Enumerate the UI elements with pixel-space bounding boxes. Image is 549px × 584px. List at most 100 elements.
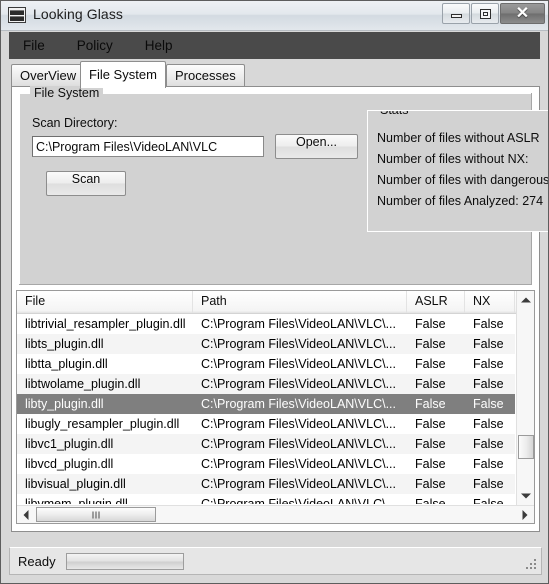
table-row[interactable]: libtrivial_resampler_plugin.dll C:\Progr… <box>17 314 515 334</box>
cell-aslr: False <box>415 337 446 351</box>
close-button[interactable]: ✕ <box>500 3 545 24</box>
column-header-path[interactable]: Path <box>193 291 407 313</box>
cell-path: C:\Program Files\VideoLAN\VLC\... <box>201 397 396 411</box>
table-row[interactable]: libtta_plugin.dll C:\Program Files\Video… <box>17 354 515 374</box>
stats-line-nx: Number of files without NX: <box>377 152 529 166</box>
file-list-body: libtrivial_resampler_plugin.dll C:\Progr… <box>17 314 515 504</box>
cell-path: C:\Program Files\VideoLAN\VLC\... <box>201 497 396 504</box>
column-header-file[interactable]: File <box>17 291 193 313</box>
open-button[interactable]: Open... <box>275 134 358 159</box>
menu-item-help[interactable]: Help <box>145 38 173 53</box>
status-progress-bar <box>66 553 184 570</box>
cell-aslr: False <box>415 397 446 411</box>
title-bar: Looking Glass ✕ <box>1 1 548 31</box>
cell-nx: False <box>473 417 504 431</box>
status-bar: Ready <box>9 547 542 575</box>
table-row[interactable]: libvc1_plugin.dll C:\Program Files\Video… <box>17 434 515 454</box>
cell-path: C:\Program Files\VideoLAN\VLC\... <box>201 317 396 331</box>
cell-aslr: False <box>415 377 446 391</box>
cell-aslr: False <box>415 317 446 331</box>
table-row[interactable]: libvmem_plugin.dll C:\Program Files\Vide… <box>17 494 515 504</box>
maximize-icon <box>480 9 491 19</box>
chevron-right-icon <box>522 509 528 520</box>
table-row[interactable]: libvisual_plugin.dll C:\Program Files\Vi… <box>17 474 515 494</box>
minimize-button[interactable] <box>442 3 470 24</box>
cell-nx: False <box>473 397 504 411</box>
scroll-left-button[interactable] <box>17 506 35 523</box>
cell-file: libvc1_plugin.dll <box>25 437 114 451</box>
cell-file: libugly_resampler_plugin.dll <box>25 417 180 431</box>
cell-file: libvisual_plugin.dll <box>25 477 126 491</box>
cell-aslr: False <box>415 477 446 491</box>
minimize-icon <box>451 14 462 18</box>
cell-file: libtwolame_plugin.dll <box>25 377 141 391</box>
scan-button[interactable]: Scan <box>46 171 126 196</box>
tab-processes[interactable]: Processes <box>166 64 245 87</box>
table-row[interactable]: libugly_resampler_plugin.dll C:\Program … <box>17 414 515 434</box>
cell-file: libtta_plugin.dll <box>25 357 108 371</box>
cell-nx: False <box>473 317 504 331</box>
scan-directory-input[interactable] <box>32 136 264 157</box>
scroll-right-button[interactable] <box>516 506 534 523</box>
cell-file: libvmem_plugin.dll <box>25 497 128 504</box>
cell-file: libvcd_plugin.dll <box>25 457 114 471</box>
window-title: Looking Glass <box>33 6 124 22</box>
cell-nx: False <box>473 477 504 491</box>
tab-file-system[interactable]: File System <box>80 61 166 88</box>
vertical-scrollbar-thumb[interactable] <box>518 435 534 459</box>
menu-item-policy[interactable]: Policy <box>77 38 113 53</box>
maximize-button[interactable] <box>471 3 499 24</box>
close-icon: ✕ <box>515 5 530 22</box>
cell-nx: False <box>473 457 504 471</box>
stats-line-analyzed: Number of files Analyzed: 274 <box>377 194 544 208</box>
cell-file: libty_plugin.dll <box>25 397 104 411</box>
cell-file: libtrivial_resampler_plugin.dll <box>25 317 186 331</box>
cell-path: C:\Program Files\VideoLAN\VLC\... <box>201 417 396 431</box>
menu-item-file[interactable]: File <box>23 38 45 53</box>
tab-overview[interactable]: OverView <box>11 64 86 87</box>
stats-groupbox: Stats Number of files without ASLR Numbe… <box>367 110 548 232</box>
cell-path: C:\Program Files\VideoLAN\VLC\... <box>201 457 396 471</box>
cell-path: C:\Program Files\VideoLAN\VLC\... <box>201 477 396 491</box>
horizontal-scrollbar[interactable] <box>17 505 534 523</box>
cell-aslr: False <box>415 357 446 371</box>
column-header-aslr[interactable]: ASLR <box>407 291 465 313</box>
horizontal-scrollbar-thumb[interactable] <box>36 507 156 522</box>
menu-bar: File Policy Help <box>9 32 540 59</box>
tab-page-file-system: File System Scan Directory: Open... Scan… <box>11 86 548 532</box>
stats-groupbox-legend: Stats <box>376 111 413 117</box>
cell-nx: False <box>473 357 504 371</box>
table-row[interactable]: libvcd_plugin.dll C:\Program Files\Video… <box>17 454 515 474</box>
application-window: Looking Glass ✕ File Policy Help OverVie… <box>0 0 549 584</box>
scan-directory-label: Scan Directory: <box>32 116 118 130</box>
chevron-up-icon <box>521 297 531 303</box>
file-list-header: File Path ASLR NX <box>17 291 534 314</box>
cell-nx: False <box>473 497 504 504</box>
column-header-nx[interactable]: NX <box>465 291 515 313</box>
chevron-left-icon <box>23 509 29 520</box>
table-row[interactable]: libts_plugin.dll C:\Program Files\VideoL… <box>17 334 515 354</box>
cell-nx: False <box>473 377 504 391</box>
stats-line-aslr: Number of files without ASLR <box>377 131 540 145</box>
cell-aslr: False <box>415 497 446 504</box>
cell-path: C:\Program Files\VideoLAN\VLC\... <box>201 357 396 371</box>
cell-path: C:\Program Files\VideoLAN\VLC\... <box>201 337 396 351</box>
vertical-scrollbar[interactable] <box>516 291 534 505</box>
window-controls: ✕ <box>441 3 545 24</box>
table-row-selected[interactable]: libty_plugin.dll C:\Program Files\VideoL… <box>17 394 515 414</box>
cell-aslr: False <box>415 417 446 431</box>
cell-aslr: False <box>415 437 446 451</box>
scroll-up-button[interactable] <box>517 291 534 309</box>
stats-list: Number of files without ASLR Number of f… <box>377 128 548 212</box>
cell-nx: False <box>473 337 504 351</box>
cell-aslr: False <box>415 457 446 471</box>
table-row[interactable]: libtwolame_plugin.dll C:\Program Files\V… <box>17 374 515 394</box>
scroll-down-button[interactable] <box>517 487 534 505</box>
status-text: Ready <box>18 554 56 569</box>
resize-grip-icon[interactable] <box>526 559 538 571</box>
file-list-view: File Path ASLR NX libtrivial_resampler_p… <box>16 290 535 524</box>
tab-strip: OverView File System Processes <box>11 61 540 88</box>
cell-path: C:\Program Files\VideoLAN\VLC\... <box>201 377 396 391</box>
file-system-groupbox-legend: File System <box>30 86 104 100</box>
file-system-groupbox: File System Scan Directory: Open... Scan… <box>19 86 548 285</box>
